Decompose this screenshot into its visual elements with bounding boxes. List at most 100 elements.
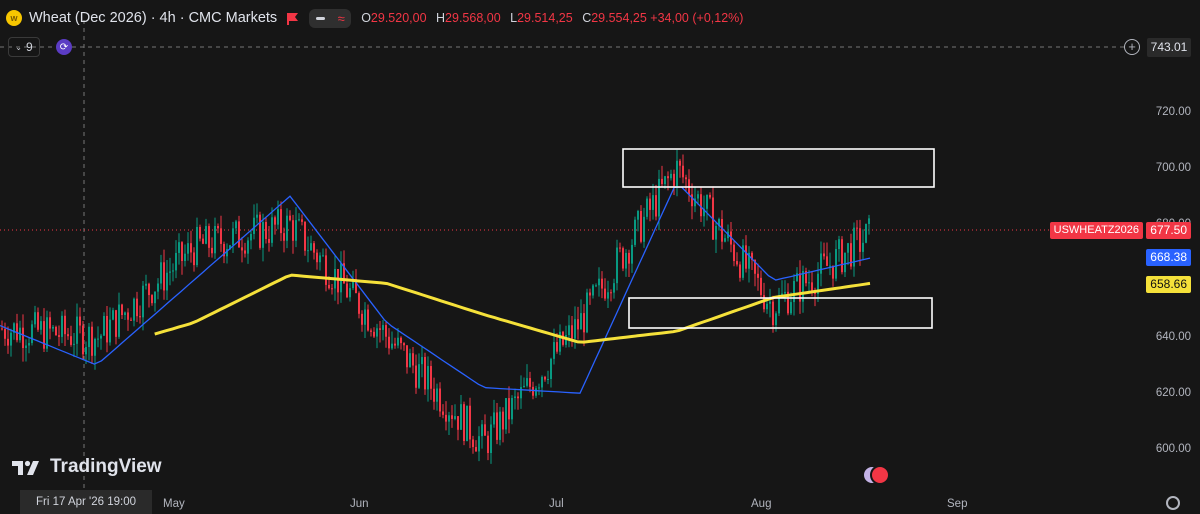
candle-body xyxy=(715,225,717,240)
candle-body xyxy=(838,239,840,250)
candle-body xyxy=(583,313,585,333)
candle-body xyxy=(82,325,84,355)
candle-body xyxy=(457,416,459,430)
candle-body xyxy=(676,160,678,186)
candle-body xyxy=(160,262,162,284)
candle-body xyxy=(154,291,156,304)
indicator-row: ⌄ 9 ⟳ xyxy=(8,37,72,57)
candle-body xyxy=(652,195,654,210)
chevron-down-icon: ⌄ xyxy=(15,42,22,52)
candle-body xyxy=(106,315,108,343)
candle-body xyxy=(127,312,129,320)
tradingview-logo[interactable]: TradingView xyxy=(12,456,162,478)
ohlc-values: O29.520,00 H29.568,00 L29.514,25 C29.554… xyxy=(361,11,744,25)
candle-body xyxy=(613,283,615,293)
flag-icon[interactable] xyxy=(286,12,299,25)
candle-body xyxy=(445,414,447,422)
candle-body xyxy=(499,411,501,440)
candle-body xyxy=(586,292,588,333)
candle-body xyxy=(625,252,627,269)
candle-body xyxy=(214,225,216,254)
candle-body xyxy=(598,278,600,286)
candle-body xyxy=(346,283,348,298)
resistance-zone[interactable] xyxy=(622,148,935,188)
candle-body xyxy=(391,343,393,349)
candle-body xyxy=(418,364,420,388)
candle-body xyxy=(247,240,249,254)
candle-body xyxy=(259,214,261,248)
price-label: 700.00 xyxy=(1155,162,1191,174)
add-alert-icon[interactable]: + xyxy=(1124,39,1140,55)
candle-body xyxy=(262,222,264,248)
candle-body xyxy=(199,226,201,239)
candle-body xyxy=(472,439,474,448)
chart-header: w Wheat (Dec 2026) · 4h · CMC Markets ≈ … xyxy=(6,7,749,29)
candle-body xyxy=(670,173,672,179)
wheat-icon[interactable]: w xyxy=(6,10,22,26)
candle-body xyxy=(823,253,825,257)
symbol-tag: USWHEATZ2026 xyxy=(1049,222,1143,239)
candle-body xyxy=(577,319,579,330)
price-chart[interactable] xyxy=(0,0,1200,514)
candle-body xyxy=(589,292,591,296)
candle-body xyxy=(415,365,417,388)
candle-body xyxy=(580,313,582,330)
candle-body xyxy=(190,243,192,253)
candle-body xyxy=(208,226,210,248)
candle-body xyxy=(58,335,60,337)
candle-body xyxy=(211,247,213,254)
candle-body xyxy=(397,337,399,346)
crosshair-time: Fri 17 Apr '26 19:00 xyxy=(20,490,152,514)
compare-toggle[interactable]: ≈ xyxy=(309,8,352,28)
candle-body xyxy=(484,424,486,436)
candle-body xyxy=(541,376,543,388)
candle-body xyxy=(112,310,114,320)
candle-body xyxy=(277,209,279,225)
candle-body xyxy=(460,404,462,430)
candle-body xyxy=(724,238,726,242)
candle-body xyxy=(220,228,222,244)
candle-body xyxy=(385,325,387,337)
candle-body xyxy=(280,209,282,234)
candle-body xyxy=(706,194,708,209)
candle-body xyxy=(667,176,669,179)
candle-body xyxy=(868,218,870,224)
us-flag-event-icon[interactable] xyxy=(870,465,890,485)
candle-body xyxy=(436,388,438,402)
candle-body xyxy=(784,291,786,294)
candle-body xyxy=(835,249,837,279)
sync-icon[interactable]: ⟳ xyxy=(56,39,72,55)
candle-body xyxy=(31,324,33,344)
candle-body xyxy=(853,227,855,267)
candle-body xyxy=(202,238,204,244)
candle-body xyxy=(307,250,309,252)
candle-body xyxy=(775,313,777,326)
wave-icon: ≈ xyxy=(337,10,345,26)
candle-body xyxy=(574,319,576,339)
candle-body xyxy=(697,194,699,199)
symbol-title[interactable]: Wheat (Dec 2026) · 4h · CMC Markets xyxy=(29,10,277,26)
candle-body xyxy=(145,283,147,286)
candle-body xyxy=(592,285,594,296)
candle-body xyxy=(601,278,603,289)
candle-body xyxy=(682,165,684,178)
candle-body xyxy=(757,273,759,278)
candle-body xyxy=(505,398,507,430)
candle-body xyxy=(739,264,741,278)
candle-body xyxy=(367,309,369,331)
candle-body xyxy=(79,316,81,326)
candle-body xyxy=(169,271,171,273)
candle-body xyxy=(646,198,648,217)
support-zone[interactable] xyxy=(628,297,933,329)
indicators-toggle[interactable]: ⌄ 9 xyxy=(8,37,40,57)
candle-body xyxy=(91,326,93,356)
candle-body xyxy=(289,215,291,221)
candle-body xyxy=(475,447,477,452)
candle-body xyxy=(790,302,792,314)
candle-body xyxy=(253,217,255,234)
settings-icon[interactable] xyxy=(1166,496,1180,510)
candle-body xyxy=(847,243,849,253)
candle-body xyxy=(67,334,69,337)
candles-layer xyxy=(1,149,870,464)
candle-body xyxy=(709,194,711,198)
